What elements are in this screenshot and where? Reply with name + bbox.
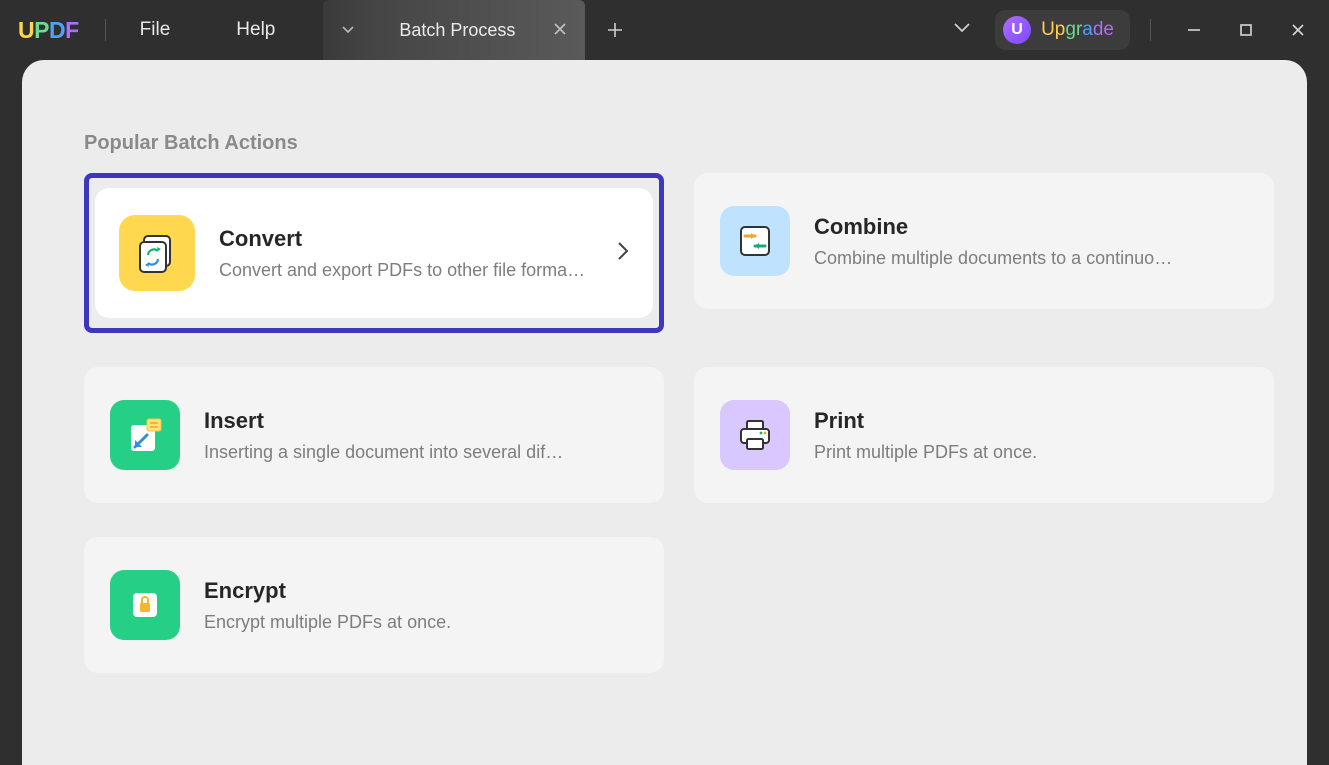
menu-help[interactable]: Help (228, 15, 283, 45)
new-tab-button[interactable] (585, 0, 645, 60)
tab-area: Batch Process (323, 0, 645, 60)
card-body: Print Print multiple PDFs at once. (814, 408, 1248, 463)
card-description: Inserting a single document into several… (204, 442, 638, 463)
tab-dropdown-button[interactable] (323, 0, 373, 60)
combine-icon (720, 206, 790, 276)
card-slot-print: Print Print multiple PDFs at once. (694, 367, 1274, 503)
card-slot-encrypt: Encrypt Encrypt multiple PDFs at once. (84, 537, 664, 673)
card-title: Print (814, 408, 1248, 434)
plus-icon (606, 21, 624, 39)
upgrade-label: Upgrade (1041, 19, 1114, 41)
card-title: Insert (204, 408, 638, 434)
card-description: Combine multiple documents to a continuo… (814, 248, 1248, 269)
separator (1150, 19, 1151, 41)
close-icon (1290, 22, 1306, 38)
card-slot-insert: Insert Inserting a single document into … (84, 367, 664, 503)
card-title: Encrypt (204, 578, 638, 604)
tab-close-button[interactable] (549, 16, 571, 45)
tabs-overflow-button[interactable] (935, 15, 989, 45)
card-description: Encrypt multiple PDFs at once. (204, 612, 638, 633)
card-title: Convert (219, 226, 593, 252)
separator (105, 19, 106, 41)
chevron-right-icon (617, 241, 629, 266)
avatar: U (1003, 16, 1031, 44)
encrypt-icon (110, 570, 180, 640)
card-body: Convert Convert and export PDFs to other… (219, 226, 593, 281)
titlebar: UPDF File Help Batch Process U Upgrade (0, 0, 1329, 60)
card-encrypt[interactable]: Encrypt Encrypt multiple PDFs at once. (84, 537, 664, 673)
card-body: Encrypt Encrypt multiple PDFs at once. (204, 578, 638, 633)
card-convert[interactable]: Convert Convert and export PDFs to other… (95, 188, 653, 318)
app-logo: UPDF (18, 17, 79, 44)
window-maximize-button[interactable] (1223, 14, 1269, 46)
card-combine[interactable]: Combine Combine multiple documents to a … (694, 173, 1274, 309)
card-title: Combine (814, 214, 1248, 240)
print-icon (720, 400, 790, 470)
card-description: Print multiple PDFs at once. (814, 442, 1248, 463)
card-print[interactable]: Print Print multiple PDFs at once. (694, 367, 1274, 503)
maximize-icon (1239, 23, 1253, 37)
card-insert[interactable]: Insert Inserting a single document into … (84, 367, 664, 503)
content-area: Popular Batch Actions Convert C (22, 60, 1307, 765)
upgrade-button[interactable]: U Upgrade (995, 10, 1130, 50)
chevron-down-icon (953, 22, 971, 34)
minimize-icon (1186, 22, 1202, 38)
window-minimize-button[interactable] (1171, 14, 1217, 46)
menu-file[interactable]: File (132, 15, 179, 45)
tab-label: Batch Process (399, 20, 515, 41)
card-body: Combine Combine multiple documents to a … (814, 214, 1248, 269)
close-icon (553, 22, 567, 36)
convert-icon (119, 215, 195, 291)
window-close-button[interactable] (1275, 14, 1321, 46)
card-slot-combine: Combine Combine multiple documents to a … (694, 173, 1274, 309)
card-slot-convert: Convert Convert and export PDFs to other… (84, 173, 664, 333)
card-description: Convert and export PDFs to other file fo… (219, 260, 593, 281)
cards-grid: Convert Convert and export PDFs to other… (84, 173, 1245, 673)
caret-down-icon (342, 26, 354, 34)
insert-icon (110, 400, 180, 470)
titlebar-right: U Upgrade (935, 10, 1321, 50)
card-body: Insert Inserting a single document into … (204, 408, 638, 463)
section-title: Popular Batch Actions (84, 132, 1245, 155)
tab-batch-process[interactable]: Batch Process (373, 0, 585, 60)
